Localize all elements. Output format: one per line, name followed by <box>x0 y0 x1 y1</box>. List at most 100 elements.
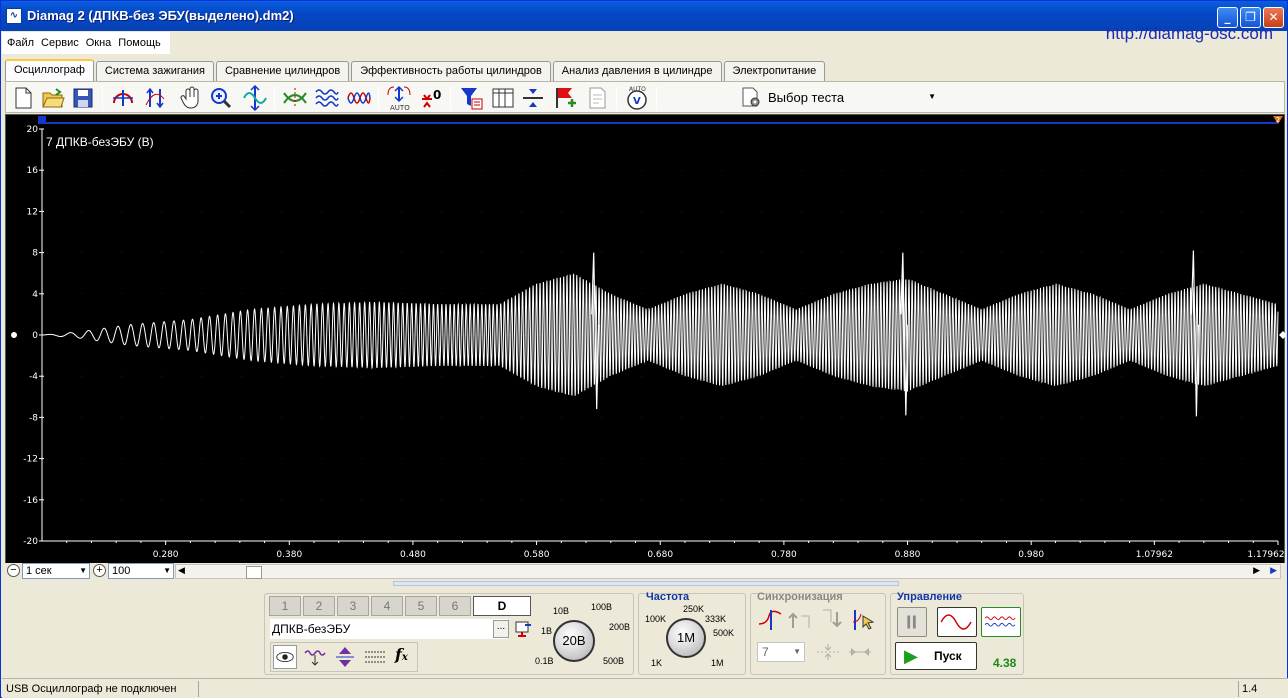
grid-dot <box>361 169 363 171</box>
filter-icon[interactable] <box>458 85 484 111</box>
zero-dot <box>469 334 471 336</box>
channel-1-button[interactable]: 1 <box>269 596 301 616</box>
website-link[interactable]: http://diamag-osc.com <box>1106 24 1273 44</box>
sync-up-icon[interactable] <box>787 608 813 632</box>
menu-windows[interactable]: Окна <box>84 32 114 54</box>
time-per-div-select[interactable]: 1 сек ▼ <box>22 563 90 579</box>
scroll-right-icon[interactable]: ▶ <box>1253 565 1260 576</box>
hand-pan-icon[interactable] <box>178 85 204 111</box>
sync-panel: Синхронизация 7 ▼ <box>750 591 886 675</box>
svg-text:AUTO: AUTO <box>390 104 410 111</box>
channel-3-button[interactable]: 3 <box>337 596 369 616</box>
zoom-out-time-icon[interactable]: − <box>7 564 20 577</box>
tab-cylinder-compare[interactable]: Сравнение цилиндров <box>215 61 350 82</box>
play-forward-icon[interactable]: ▶ <box>1270 565 1277 576</box>
control-title: Управление <box>897 591 963 603</box>
channel-6-button[interactable]: 6 <box>439 596 471 616</box>
grid-dot <box>641 499 643 501</box>
scroll-left-icon[interactable]: ◀ <box>178 565 185 576</box>
auto-scale-icon[interactable]: AUTO <box>386 85 412 112</box>
zoom-in-icon[interactable] <box>208 85 234 111</box>
grid-dot <box>561 169 563 171</box>
browse-button[interactable]: ... <box>493 620 509 638</box>
tab-oscilloscope[interactable]: Осциллограф <box>5 59 94 82</box>
new-file-icon[interactable] <box>10 85 36 111</box>
menu-help[interactable]: Помощь <box>116 32 163 54</box>
open-folder-icon[interactable] <box>40 85 66 111</box>
probe-settings-icon[interactable] <box>513 619 533 639</box>
zero-dot <box>97 334 99 336</box>
tab-ignition[interactable]: Система зажигания <box>95 61 214 82</box>
frequency-knob[interactable]: 1M <box>666 618 706 658</box>
grid-dot <box>1201 417 1203 418</box>
channel-name-field[interactable]: ДПКВ-безЭБУ <box>270 619 508 639</box>
grid-dot <box>921 458 923 459</box>
menu-file[interactable]: Файл <box>5 32 36 54</box>
pause-button[interactable] <box>897 607 927 637</box>
stretch-horizontal-icon[interactable] <box>110 85 136 111</box>
zero-dot <box>225 334 227 336</box>
split-icon[interactable] <box>520 85 546 111</box>
sync-rising-edge-icon[interactable] <box>757 608 783 632</box>
single-mode-button[interactable] <box>937 607 977 637</box>
zero-dot <box>129 334 131 336</box>
sync-down-icon[interactable] <box>819 608 845 632</box>
grid-dot <box>881 499 883 501</box>
start-button[interactable]: ▶ Пуск <box>895 642 977 670</box>
zero-dot <box>153 334 155 336</box>
multi-wave-icon[interactable] <box>314 85 340 111</box>
grid-lines-icon[interactable] <box>363 645 387 669</box>
visibility-eye-icon[interactable] <box>273 645 297 669</box>
save-icon[interactable] <box>70 85 96 111</box>
stretch-vertical-icon[interactable] <box>142 85 168 111</box>
title-bar[interactable]: ∿ Diamag 2 (ДПКВ-без ЭБУ(выделено).dm2) … <box>1 1 1287 31</box>
notes-icon[interactable] <box>584 85 610 111</box>
grid-dot <box>361 375 363 377</box>
tab-power-supply[interactable]: Электропитание <box>723 61 826 82</box>
grid-dot <box>841 211 843 212</box>
channel-d-button[interactable]: D <box>473 596 531 616</box>
function-icon[interactable]: fx <box>395 645 419 669</box>
grid-dot <box>961 375 963 377</box>
cross-signal-icon[interactable] <box>282 85 308 111</box>
channel-2-button[interactable]: 2 <box>303 596 335 616</box>
y-tick-label: 0 <box>32 331 38 341</box>
horizontal-scrollbar[interactable]: ◀ ▶ ▶ <box>175 564 1281 579</box>
scrollbar-thumb[interactable] <box>246 566 262 579</box>
table-icon[interactable] <box>490 85 516 111</box>
menu-service[interactable]: Сервис <box>39 32 81 54</box>
freq-label-1k: 1K <box>651 658 663 668</box>
tab-pressure-analysis[interactable]: Анализ давления в цилиндре <box>552 61 722 82</box>
zero-offset-icon[interactable]: 0 <box>418 85 444 111</box>
sync-level-icon[interactable] <box>815 642 841 662</box>
offset-arrows-icon[interactable] <box>333 645 357 669</box>
tab-cylinder-efficiency[interactable]: Эффективность работы цилиндров <box>351 61 551 82</box>
grid-dot <box>1001 417 1003 418</box>
zero-dot <box>561 334 563 336</box>
panel-splitter[interactable] <box>393 581 899 586</box>
voltage-knob[interactable]: 20В <box>553 620 595 662</box>
channel-5-button[interactable]: 5 <box>405 596 437 616</box>
sync-channel-select[interactable]: 7 ▼ <box>757 642 805 662</box>
zoom-in-time-icon[interactable]: + <box>93 564 106 577</box>
grid-dot <box>1121 169 1123 171</box>
zero-dot <box>321 334 323 336</box>
sync-position-icon[interactable] <box>847 642 873 662</box>
grid-dot <box>1241 499 1243 501</box>
overlay-wave-icon[interactable] <box>346 85 372 111</box>
fit-signal-icon[interactable] <box>242 84 268 112</box>
test-select-dropdown[interactable]: Выбор теста ▼ <box>738 84 942 110</box>
grid-dot <box>721 211 723 212</box>
sync-cursor-icon[interactable] <box>851 608 877 632</box>
invert-signal-icon[interactable] <box>303 645 327 669</box>
add-marker-icon[interactable] <box>552 85 578 111</box>
voltage-label-1v: 1В <box>541 626 553 636</box>
auto-voltmeter-icon[interactable]: V AUTO <box>624 85 650 111</box>
grid-dot <box>561 417 563 418</box>
continuous-mode-button[interactable] <box>981 607 1021 637</box>
oscilloscope-display[interactable]: 12201612840-4-8-12-16-200.2800.3800.4800… <box>5 114 1286 564</box>
zero-dot <box>173 334 175 336</box>
points-select[interactable]: 100 ▼ <box>108 563 174 579</box>
grid-dot <box>521 417 523 418</box>
channel-4-button[interactable]: 4 <box>371 596 403 616</box>
